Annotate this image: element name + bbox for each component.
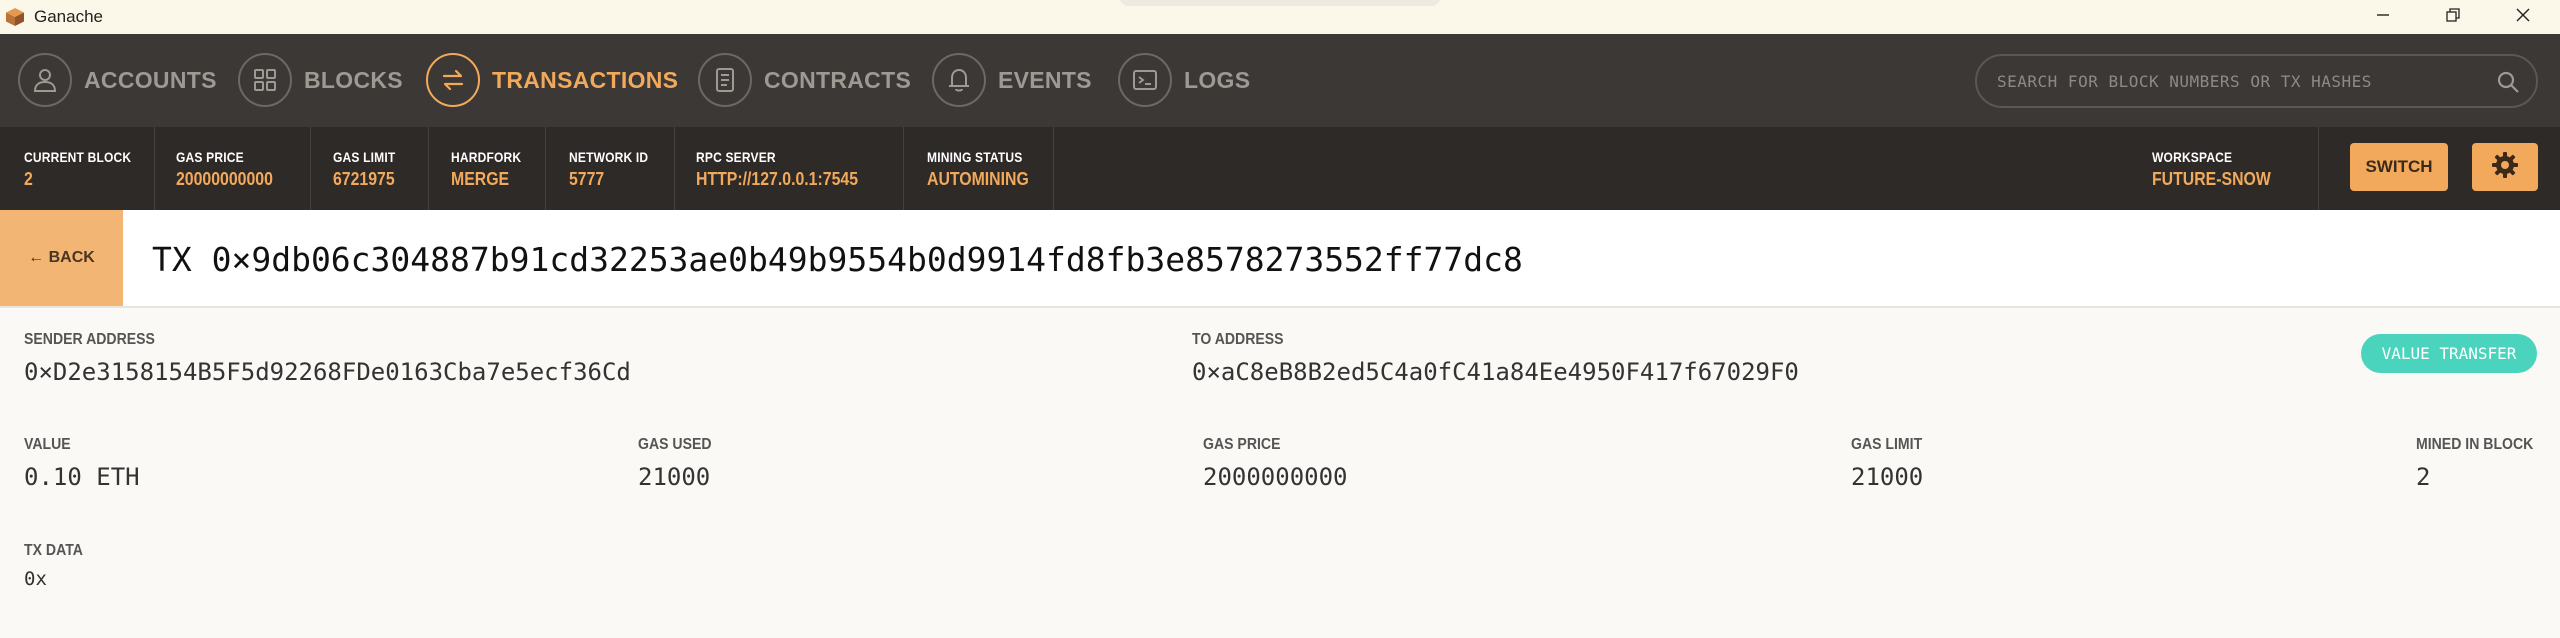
nav-blocks[interactable]: BLOCKS <box>238 51 403 109</box>
stat-rpc-server: RPC SERVER HTTP://127.0.0.1:7545 <box>696 149 880 190</box>
close-icon <box>2515 7 2531 28</box>
stat-value: AUTOMINING <box>927 169 1029 189</box>
divider <box>903 127 904 210</box>
search-icon[interactable] <box>2496 70 2520 99</box>
restore-button[interactable] <box>2418 0 2488 34</box>
nav-events[interactable]: EVENTS <box>932 51 1092 109</box>
stat-label: GAS PRICE <box>176 149 244 165</box>
stat-value: HTTP://127.0.0.1:7545 <box>696 169 859 189</box>
window-title: Ganache <box>34 7 103 26</box>
stat-label: WORKSPACE <box>2152 149 2233 165</box>
gas-price-field: GAS PRICE 2000000000 <box>1203 436 1348 491</box>
divider <box>154 127 155 210</box>
grid-icon <box>238 53 292 107</box>
tx-data-value: 0x <box>24 568 47 590</box>
nav-label: ACCOUNTS <box>84 66 217 93</box>
field-label: GAS PRICE <box>1203 436 1281 453</box>
stat-label: GAS LIMIT <box>333 149 396 165</box>
divider <box>2318 127 2319 210</box>
divider <box>428 127 429 210</box>
divider <box>310 127 311 210</box>
nav-contracts[interactable]: CONTRACTS <box>698 51 911 109</box>
stat-label: RPC SERVER <box>696 149 776 165</box>
to-address-field: TO ADDRESS 0×aC8eB8B2ed5C4a0fC41a84Ee495… <box>1192 331 1799 386</box>
field-label: MINED IN BLOCK <box>2416 436 2534 453</box>
nav-label: TRANSACTIONS <box>492 66 679 93</box>
mined-in-block-field: MINED IN BLOCK 2 <box>2416 436 2549 491</box>
mined-in-block-value: 2 <box>2416 463 2431 491</box>
field-label: GAS USED <box>638 436 712 453</box>
nav-label: EVENTS <box>998 66 1092 93</box>
title-drag-handle <box>1120 0 1440 6</box>
restore-icon <box>2445 7 2461 28</box>
sender-address-value: 0×D2e3158154B5F5d92268FDe0163Cba7e5ecf36… <box>24 358 631 386</box>
gas-limit-field: GAS LIMIT 21000 <box>1851 436 1932 491</box>
person-icon <box>18 53 72 107</box>
stat-value: 6721975 <box>333 169 395 189</box>
value-field: VALUE 0.10 ETH <box>24 436 140 491</box>
gas-limit-value: 21000 <box>1851 463 1924 491</box>
nav-label: CONTRACTS <box>764 66 912 93</box>
nav-accounts[interactable]: ACCOUNTS <box>18 51 217 109</box>
close-button[interactable] <box>2488 0 2558 34</box>
stat-value: MERGE <box>451 169 510 189</box>
nav-label: BLOCKS <box>304 66 403 93</box>
field-label: SENDER ADDRESS <box>24 331 155 348</box>
bell-icon <box>932 53 986 107</box>
main-navbar: ACCOUNTS BLOCKS TRANSACTIONS CONTRACTS E… <box>0 34 2560 127</box>
stat-value: 2 <box>24 169 33 189</box>
nav-label: LOGS <box>1184 66 1251 93</box>
stat-workspace: WORKSPACE FUTURE-SNOW <box>2152 149 2287 190</box>
field-label: TO ADDRESS <box>1192 331 1284 348</box>
back-button[interactable]: ← BACK <box>0 210 123 306</box>
stat-label: CURRENT BLOCK <box>24 149 132 165</box>
stat-value: FUTURE-SNOW <box>2152 169 2271 189</box>
nav-logs[interactable]: LOGS <box>1118 51 1250 109</box>
gas-used-value: 21000 <box>638 463 711 491</box>
stat-current-block: CURRENT BLOCK 2 <box>24 149 149 190</box>
minimize-icon <box>2375 7 2391 28</box>
stat-label: NETWORK ID <box>569 149 649 165</box>
swap-arrows-icon <box>426 53 480 107</box>
stat-network-id: NETWORK ID 5777 <box>569 149 661 190</box>
stat-label: HARDFORK <box>451 149 522 165</box>
field-label: GAS LIMIT <box>1851 436 1923 453</box>
terminal-icon <box>1118 53 1172 107</box>
to-address-value: 0×aC8eB8B2ed5C4a0fC41a84Ee4950F417f67029… <box>1192 358 1799 386</box>
switch-workspace-button[interactable]: SWITCH <box>2350 143 2448 191</box>
stat-value: 20000000000 <box>176 169 273 189</box>
sender-address-field: SENDER ADDRESS 0×D2e3158154B5F5d92268FDe… <box>24 331 631 386</box>
stat-mining-status: MINING STATUS AUTOMINING <box>927 149 1043 190</box>
stat-gas-limit: GAS LIMIT 6721975 <box>333 149 406 190</box>
field-label: TX DATA <box>24 542 83 559</box>
transaction-hash-title: TX 0×9db06c304887b91cd32253ae0b49b9554b0… <box>152 240 1523 279</box>
tx-type-badge: VALUE TRANSFER <box>2361 334 2537 373</box>
settings-button[interactable] <box>2472 143 2538 191</box>
stat-label: MINING STATUS <box>927 149 1023 165</box>
window-titlebar: Ganache <box>0 0 2560 34</box>
divider <box>545 127 546 210</box>
divider <box>1053 127 1054 210</box>
blockchain-status-bar: CURRENT BLOCK 2 GAS PRICE 20000000000 GA… <box>0 127 2560 210</box>
field-label: VALUE <box>24 436 71 453</box>
search-box <box>1975 54 2538 108</box>
ganache-logo-icon <box>4 6 26 28</box>
search-input[interactable] <box>1997 63 2467 99</box>
document-icon <box>698 53 752 107</box>
value-amount: 0.10 ETH <box>24 463 140 491</box>
nav-transactions[interactable]: TRANSACTIONS <box>426 51 678 109</box>
transaction-header: ← BACK TX 0×9db06c304887b91cd32253ae0b49… <box>0 210 2560 308</box>
stat-value: 5777 <box>569 169 605 189</box>
stat-hardfork: HARDFORK MERGE <box>451 149 533 190</box>
divider <box>674 127 675 210</box>
minimize-button[interactable] <box>2348 0 2418 34</box>
tx-data-field: TX DATA 0x <box>24 542 91 590</box>
gear-icon <box>2490 150 2520 185</box>
gas-price-value: 2000000000 <box>1203 463 1348 491</box>
stat-gas-price: GAS PRICE 20000000000 <box>176 149 286 190</box>
gas-used-field: GAS USED 21000 <box>638 436 722 491</box>
